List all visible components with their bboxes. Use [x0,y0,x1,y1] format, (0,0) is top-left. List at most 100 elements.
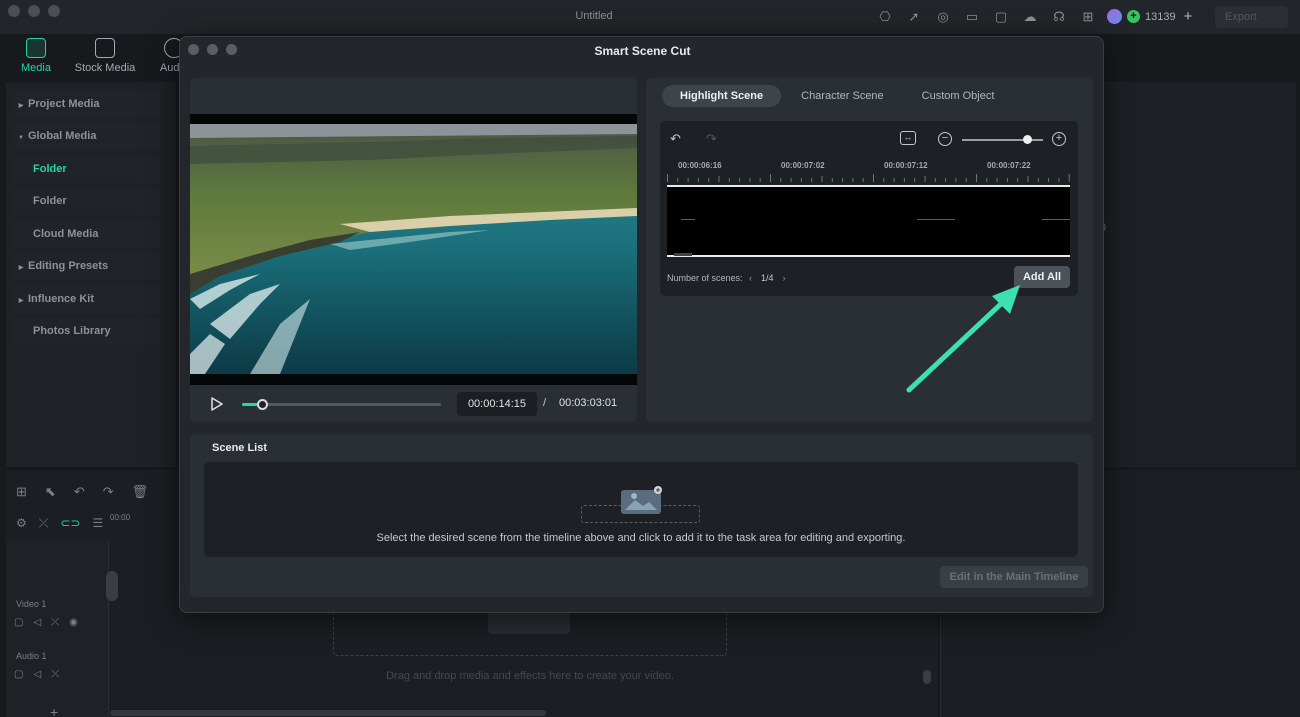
time-separator: / [543,397,547,409]
prev-scene-button[interactable]: ‹ [749,273,752,283]
stock-media-icon [95,38,115,58]
ruler-label: 00:00:07:22 [987,161,1031,170]
timeline-clip-handle[interactable] [106,571,118,601]
monitor-icon[interactable]: ▭ [963,8,981,26]
mute-icon[interactable]: ⤫ [51,669,59,680]
zoom-out-icon[interactable]: − [938,132,952,146]
total-duration: 00:03:03:01 [559,397,618,409]
zoom-slider-knob[interactable] [1022,135,1032,144]
community-icon[interactable]: ◎ [934,8,952,26]
hide-icon[interactable]: ⤫ [51,617,59,628]
video-player: 00:00:14:15 / 00:03:03:01 [190,78,637,422]
scene-list-panel: Scene List Select the desired scene from… [190,434,1093,597]
timeline-horizontal-scrollbar[interactable] [110,710,546,716]
track-label-video: Video 1 [16,599,47,609]
fit-to-width-icon[interactable]: ↔ [900,131,916,145]
add-track-icon[interactable]: + [50,704,58,717]
lock-icon[interactable]: ▢ [14,669,23,680]
expand-right-icon: ▶ [18,298,24,304]
speaker-icon[interactable]: ◁ [33,617,41,628]
next-scene-button[interactable]: › [783,273,786,283]
toolbar-icons: ⎔ ➚ ◎ ▭ ▢ ☁ ☊ ⊞ [876,8,1097,26]
sidebar-item-folder[interactable]: Folder [14,187,160,215]
tab-highlight-scene[interactable]: Highlight Scene [662,85,782,107]
sidebar-item-project-media[interactable]: ▶ Project Media [14,90,160,118]
timeline-toolbar: ⊞ ⬉ ↶ ↷ 🗑 [16,484,148,500]
ruler-label: 00:00:07:12 [884,161,928,170]
track-label-audio: Audio 1 [16,651,47,661]
unlink-icon[interactable]: ⤫ [39,516,49,531]
tab-custom-object[interactable]: Custom Object [904,85,1013,107]
scene-list-title: Scene List [212,442,268,454]
media-icon [26,38,46,58]
eye-icon[interactable]: ◉ [69,617,78,628]
ruler-label: 00:00:06:16 [678,161,722,170]
sidebar-item-editing-presets[interactable]: ▶ Editing Presets [14,252,160,280]
scene-frames-strip[interactable] [667,185,1070,257]
scenes-pager: ‹ 1/4 › [749,273,786,283]
export-button[interactable]: Export [1215,6,1288,28]
undo-icon[interactable]: ↶ [670,132,681,146]
current-time[interactable]: 00:00:14:15 [457,392,537,416]
redo-icon[interactable]: ↷ [103,484,114,500]
zoom-in-icon[interactable]: + [1052,132,1066,146]
scenes-count-label: Number of scenes: [667,273,743,283]
dialog-title: Smart Scene Cut [594,44,691,58]
settings-icon[interactable]: ⚙ [16,516,27,531]
track-manage-icon[interactable]: ☰ [92,516,103,531]
sidebar-item-global-media[interactable]: ▼ Global Media [14,122,160,150]
save-icon[interactable]: ▢ [992,8,1010,26]
cloud-upload-icon[interactable]: ☁ [1021,8,1039,26]
support-icon[interactable]: ☊ [1050,8,1068,26]
layout-icon[interactable]: ⊞ [16,484,27,500]
link-icon[interactable]: ⊂⊃ [60,516,80,531]
tab-media[interactable]: Media [12,38,60,74]
speaker-icon[interactable]: ◁ [33,669,41,680]
track-headers [6,540,109,717]
lock-icon[interactable]: ▢ [14,617,23,628]
sidebar-item-influence-kit[interactable]: ▶ Influence Kit [14,285,160,313]
credits-area[interactable]: + 13139 + [1107,8,1192,25]
add-credits-icon[interactable]: + [1184,8,1193,25]
smart-scene-cut-dialog: Smart Scene Cut 00:00:14:15 / 00:03:03:0… [179,36,1104,613]
image-placeholder-icon [621,486,662,514]
zoom-slider[interactable] [962,135,1043,144]
sidebar-item-cloud-media[interactable]: Cloud Media [14,220,160,248]
scene-ruler-ticks [667,174,1070,182]
scene-list-hint: Select the desired scene from the timeli… [376,532,906,544]
coin-icon: + [1127,10,1140,23]
grid-apps-icon[interactable]: ⊞ [1079,8,1097,26]
avatar[interactable] [1107,9,1122,24]
sidebar-item-folder-active[interactable]: Folder [14,155,160,183]
scene-marker [681,219,695,220]
track-toolbar: ⚙ ⤫ ⊂⊃ ☰ [16,516,103,531]
select-tool-icon[interactable]: ⬉ [45,484,56,500]
scenes-count-value: 1/4 [761,273,774,283]
undo-icon[interactable]: ↶ [74,484,85,500]
scene-detection-panel: Highlight Scene Character Scene Custom O… [646,78,1093,422]
add-all-button[interactable]: Add All [1014,266,1070,288]
timeline-vertical-scrollbar[interactable] [923,600,931,717]
send-icon[interactable]: ➚ [905,8,923,26]
tab-stock-media[interactable]: Stock Media [74,38,136,74]
edit-in-main-timeline-button[interactable]: Edit in the Main Timeline [940,566,1088,588]
strip-scroll-handle[interactable] [674,253,692,256]
playback-scrubber[interactable] [242,399,441,410]
playhead-knob[interactable] [256,399,268,410]
scene-timeline-editor: ↶ ↷ ↔ − + 00:00:06:16 00:00:07:02 00:00:… [660,121,1078,296]
sidebar-item-photos-library[interactable]: Photos Library [14,317,160,345]
properties-panel [1098,82,1296,467]
scene-type-tabs: Highlight Scene Character Scene Custom O… [662,85,1012,107]
redo-icon[interactable]: ↷ [706,132,717,146]
scene-list-drop-area[interactable]: Select the desired scene from the timeli… [204,462,1078,557]
expand-right-icon: ▶ [18,103,24,109]
scene-marker [917,219,955,220]
media-tabs: Media Stock Media Audio [12,38,198,74]
player-controls: 00:00:14:15 / 00:03:03:01 [190,385,637,422]
delete-icon[interactable]: 🗑 [132,484,149,500]
ruler-label: 00:00:07:02 [781,161,825,170]
gift-icon[interactable]: ⎔ [876,8,894,26]
video-preview[interactable] [190,124,637,374]
play-icon[interactable] [210,397,224,411]
tab-character-scene[interactable]: Character Scene [783,85,902,107]
